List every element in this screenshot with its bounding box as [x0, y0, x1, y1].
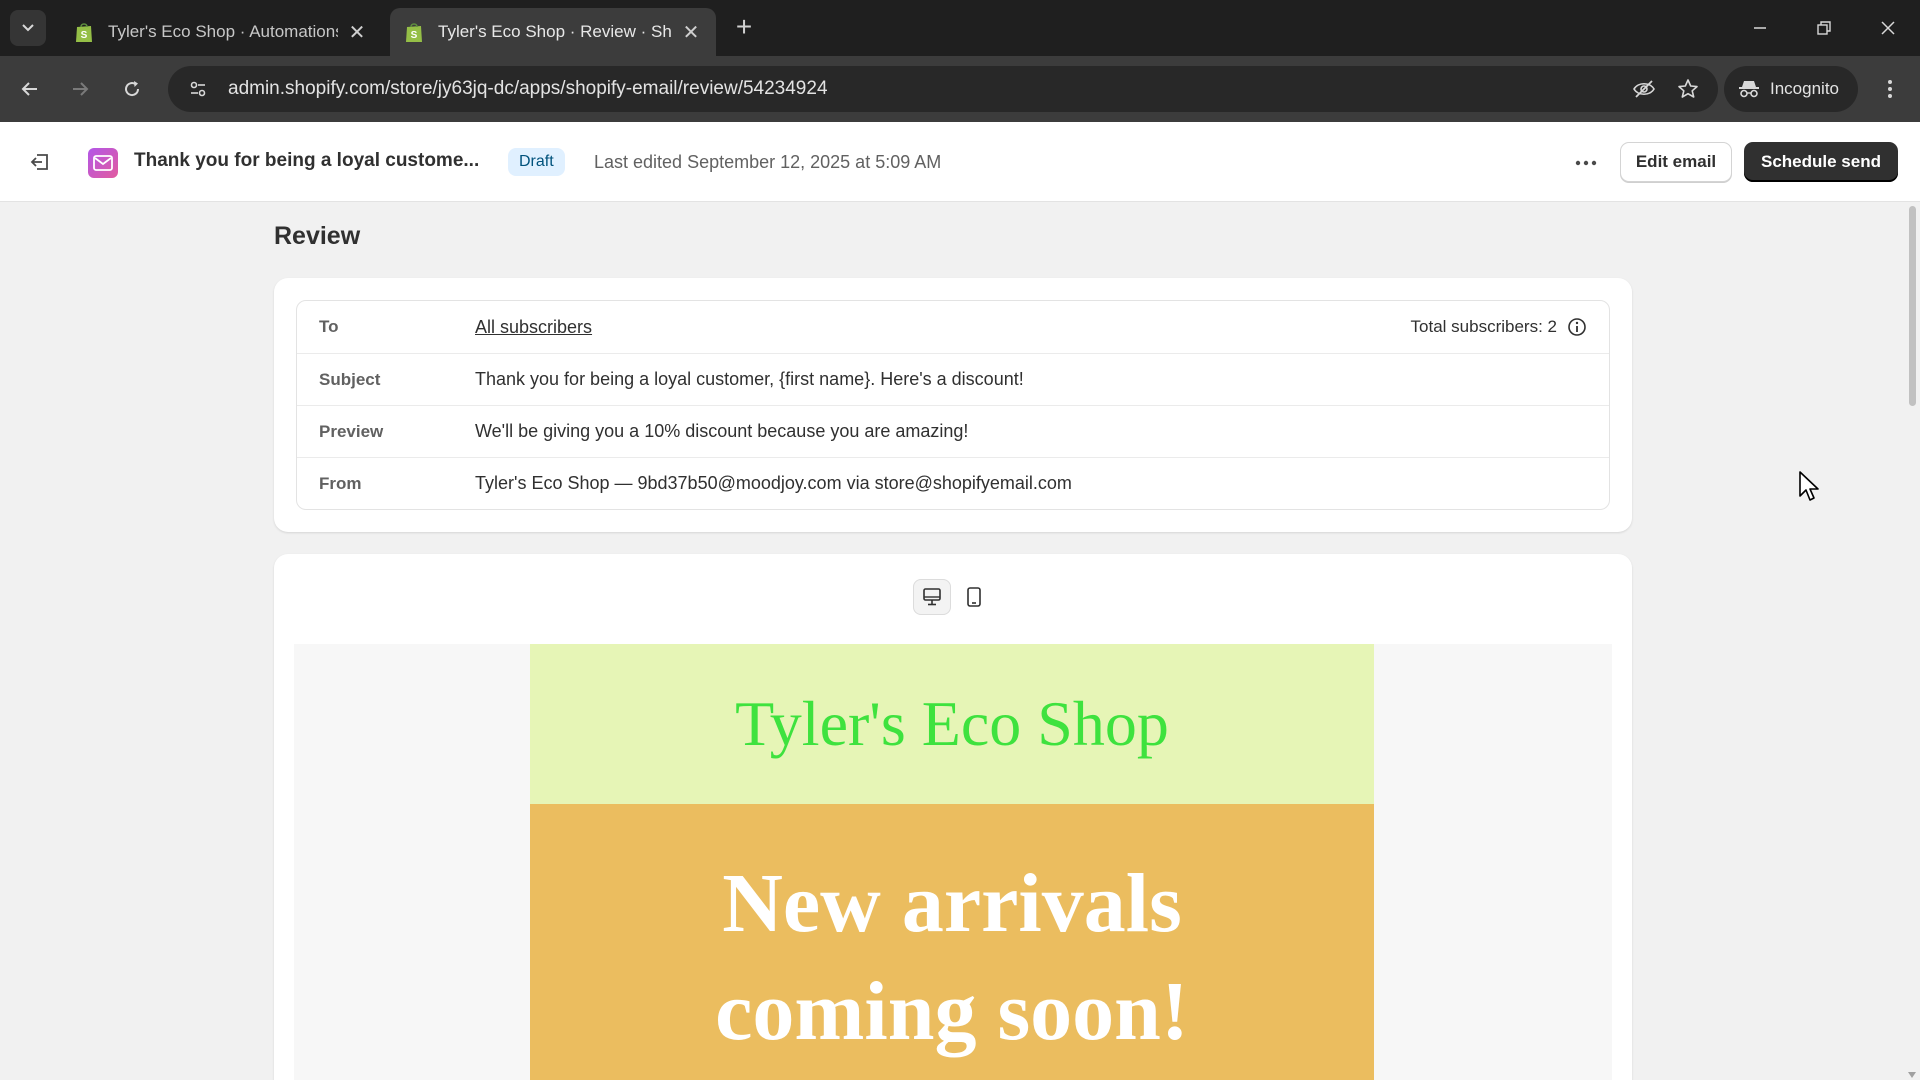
- hero-line-2: coming soon!: [715, 965, 1189, 1058]
- email-preview-card: Tyler's Eco Shop New arrivals coming soo…: [274, 554, 1632, 1080]
- email-title: Thank you for being a loyal custome...: [134, 150, 480, 171]
- email-header-block: Tyler's Eco Shop: [530, 644, 1374, 804]
- site-info-icon[interactable]: [176, 79, 220, 99]
- tab-search-button[interactable]: [10, 10, 46, 46]
- arrow-right-icon: [73, 82, 89, 96]
- tab-automations[interactable]: S Tyler's Eco Shop · Automations ✕: [60, 8, 382, 56]
- email-preview-area: Tyler's Eco Shop New arrivals coming soo…: [294, 644, 1612, 1080]
- shop-name-heading: Tyler's Eco Shop: [735, 688, 1169, 759]
- close-window-button[interactable]: [1868, 12, 1908, 44]
- reload-button[interactable]: [114, 71, 150, 107]
- to-row: To All subscribers Total subscribers: 2: [297, 301, 1609, 353]
- address-bar[interactable]: admin.shopify.com/store/jy63jq-dc/apps/s…: [168, 66, 1718, 112]
- mail-icon: [88, 148, 118, 178]
- from-value: Tyler's Eco Shop — 9bd37b50@moodjoy.com …: [475, 473, 1072, 493]
- tab-review[interactable]: S Tyler's Eco Shop · Review · Shopify ✕: [390, 8, 716, 56]
- subject-label: Subject: [319, 369, 381, 389]
- hero-text: New arrivals coming soon!: [530, 850, 1374, 1066]
- browser-tab-bar: S Tyler's Eco Shop · Automations ✕ S Tyl…: [0, 0, 1920, 56]
- star-icon[interactable]: [1666, 67, 1710, 111]
- hero-line-1: New arrivals: [722, 857, 1182, 950]
- incognito-icon: [1739, 81, 1759, 98]
- tab-title: Tyler's Eco Shop · Automations: [108, 22, 338, 41]
- from-row: From Tyler's Eco Shop — 9bd37b50@moodjoy…: [297, 457, 1609, 509]
- arrow-left-icon: [21, 82, 37, 96]
- eye-off-icon[interactable]: [1622, 67, 1666, 111]
- minimize-button[interactable]: [1740, 12, 1780, 44]
- subject-value: Thank you for being a loyal customer, {f…: [475, 369, 1024, 389]
- forward-button[interactable]: [62, 71, 98, 107]
- browser-toolbar: admin.shopify.com/store/jy63jq-dc/apps/s…: [0, 56, 1920, 122]
- back-button[interactable]: [12, 71, 48, 107]
- last-edited-text: Last edited September 12, 2025 at 5:09 A…: [594, 152, 942, 172]
- more-actions-button[interactable]: [1568, 146, 1604, 180]
- chevron-down-icon: [22, 24, 34, 32]
- email-canvas: Tyler's Eco Shop New arrivals coming soo…: [530, 644, 1374, 1080]
- page-title: Review: [274, 222, 361, 250]
- restore-button[interactable]: [1804, 12, 1844, 44]
- preview-label: Preview: [319, 421, 384, 441]
- exit-icon: [30, 154, 48, 170]
- status-badge: Draft: [508, 148, 565, 176]
- more-vertical-icon: [1888, 80, 1892, 98]
- close-icon: [1881, 21, 1895, 35]
- tab-title: Tyler's Eco Shop · Review · Shopify: [438, 22, 672, 41]
- desktop-icon: [923, 588, 941, 606]
- svg-text:S: S: [81, 30, 88, 41]
- new-tab-button[interactable]: +: [730, 13, 758, 42]
- incognito-indicator[interactable]: Incognito: [1724, 66, 1858, 112]
- mobile-view-button[interactable]: [955, 579, 993, 615]
- scroll-down-arrow-icon[interactable]: [1908, 1072, 1916, 1078]
- from-label: From: [319, 473, 362, 493]
- hero-banner: New arrivals coming soon!: [530, 804, 1374, 1080]
- email-details-table: To All subscribers Total subscribers: 2 …: [296, 300, 1610, 510]
- close-icon[interactable]: ✕: [680, 20, 702, 45]
- shopify-bag-icon: S: [76, 23, 92, 42]
- info-icon[interactable]: [1567, 317, 1587, 337]
- url-text[interactable]: admin.shopify.com/store/jy63jq-dc/apps/s…: [228, 78, 1622, 100]
- desktop-view-button[interactable]: [913, 579, 951, 615]
- schedule-send-button[interactable]: Schedule send: [1744, 142, 1898, 182]
- preview-row: Preview We'll be giving you a 10% discou…: [297, 405, 1609, 457]
- mouse-cursor-icon: [1799, 471, 1819, 501]
- preview-value: We'll be giving you a 10% discount becau…: [475, 421, 969, 441]
- total-subscribers-text: Total subscribers: 2: [1410, 317, 1557, 336]
- svg-text:S: S: [411, 30, 418, 41]
- close-icon[interactable]: ✕: [346, 20, 368, 45]
- recipients-link[interactable]: All subscribers: [475, 317, 592, 338]
- page-scrollbar[interactable]: [1905, 202, 1920, 1080]
- shopify-bag-icon: S: [406, 23, 422, 42]
- browser-menu-button[interactable]: [1872, 71, 1908, 107]
- view-toggle: [912, 576, 994, 618]
- subject-row: Subject Thank you for being a loyal cust…: [297, 353, 1609, 405]
- mobile-icon: [967, 587, 981, 607]
- reload-icon: [125, 81, 140, 97]
- restore-icon: [1817, 21, 1831, 35]
- more-horizontal-icon: [1575, 160, 1597, 166]
- email-details-card: To All subscribers Total subscribers: 2 …: [274, 278, 1632, 532]
- app-header: Thank you for being a loyal custome... D…: [0, 122, 1920, 202]
- exit-button[interactable]: [22, 144, 58, 180]
- total-subscribers: Total subscribers: 2: [1411, 317, 1587, 337]
- edit-email-button[interactable]: Edit email: [1620, 142, 1732, 182]
- scrollbar-thumb[interactable]: [1909, 206, 1916, 406]
- to-label: To: [319, 317, 339, 336]
- minimize-icon: [1754, 27, 1766, 29]
- incognito-label: Incognito: [1770, 79, 1839, 98]
